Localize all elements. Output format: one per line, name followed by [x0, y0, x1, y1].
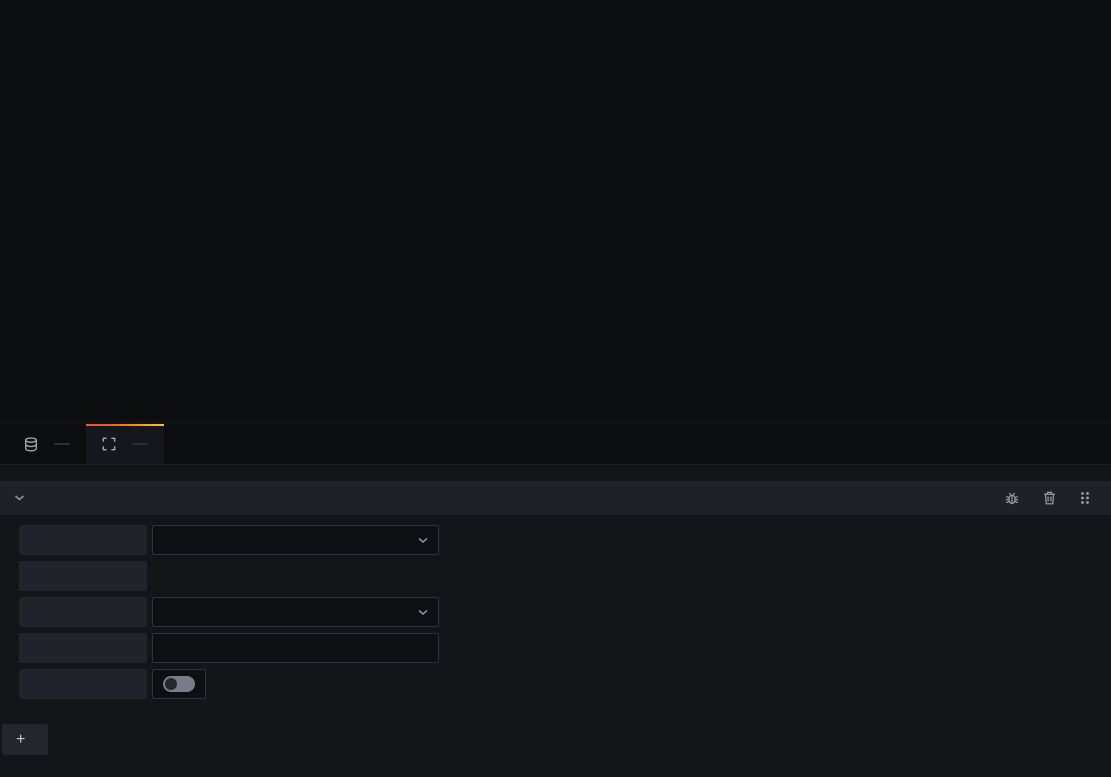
tab-query[interactable]	[8, 424, 86, 464]
trash-icon[interactable]	[1036, 490, 1063, 506]
transformation-options	[16, 525, 1095, 699]
calculation-row	[19, 597, 1095, 627]
calculation-select[interactable]	[152, 597, 439, 627]
transform-count-badge	[132, 443, 148, 445]
replace-all-fields-label	[19, 669, 147, 699]
grafana-panel-editor: +	[0, 0, 1111, 777]
field-name-label	[19, 561, 147, 591]
drag-handle-icon[interactable]	[1073, 490, 1097, 506]
transform-icon	[102, 437, 116, 451]
field-name-row	[19, 561, 1095, 591]
alias-input[interactable]	[152, 633, 439, 663]
mode-label	[19, 525, 147, 555]
chevron-down-icon	[418, 537, 428, 544]
chart-legend	[0, 392, 1111, 414]
plus-icon: +	[16, 731, 25, 749]
database-icon	[24, 437, 38, 452]
alias-label	[19, 633, 147, 663]
editor-tabs	[0, 424, 1111, 465]
query-count-badge	[54, 443, 70, 445]
tab-transform[interactable]	[86, 424, 164, 464]
transformation-header	[0, 481, 1111, 515]
mode-select[interactable]	[152, 525, 439, 555]
replace-all-fields-toggle[interactable]	[152, 669, 206, 699]
mode-row	[19, 525, 1095, 555]
add-transformation-button[interactable]: +	[2, 724, 48, 755]
debug-icon[interactable]	[998, 490, 1026, 506]
alias-row	[19, 633, 1095, 663]
calculation-label	[19, 597, 147, 627]
chart-canvas[interactable]	[0, 0, 1111, 392]
timeseries-panel	[0, 0, 1111, 420]
replace-all-fields-row	[19, 669, 1095, 699]
toggle-knob	[165, 678, 177, 690]
transform-editor: +	[0, 465, 1111, 777]
toggle-track	[163, 676, 195, 692]
collapse-chevron-icon[interactable]	[14, 494, 25, 502]
chevron-down-icon	[418, 609, 428, 616]
